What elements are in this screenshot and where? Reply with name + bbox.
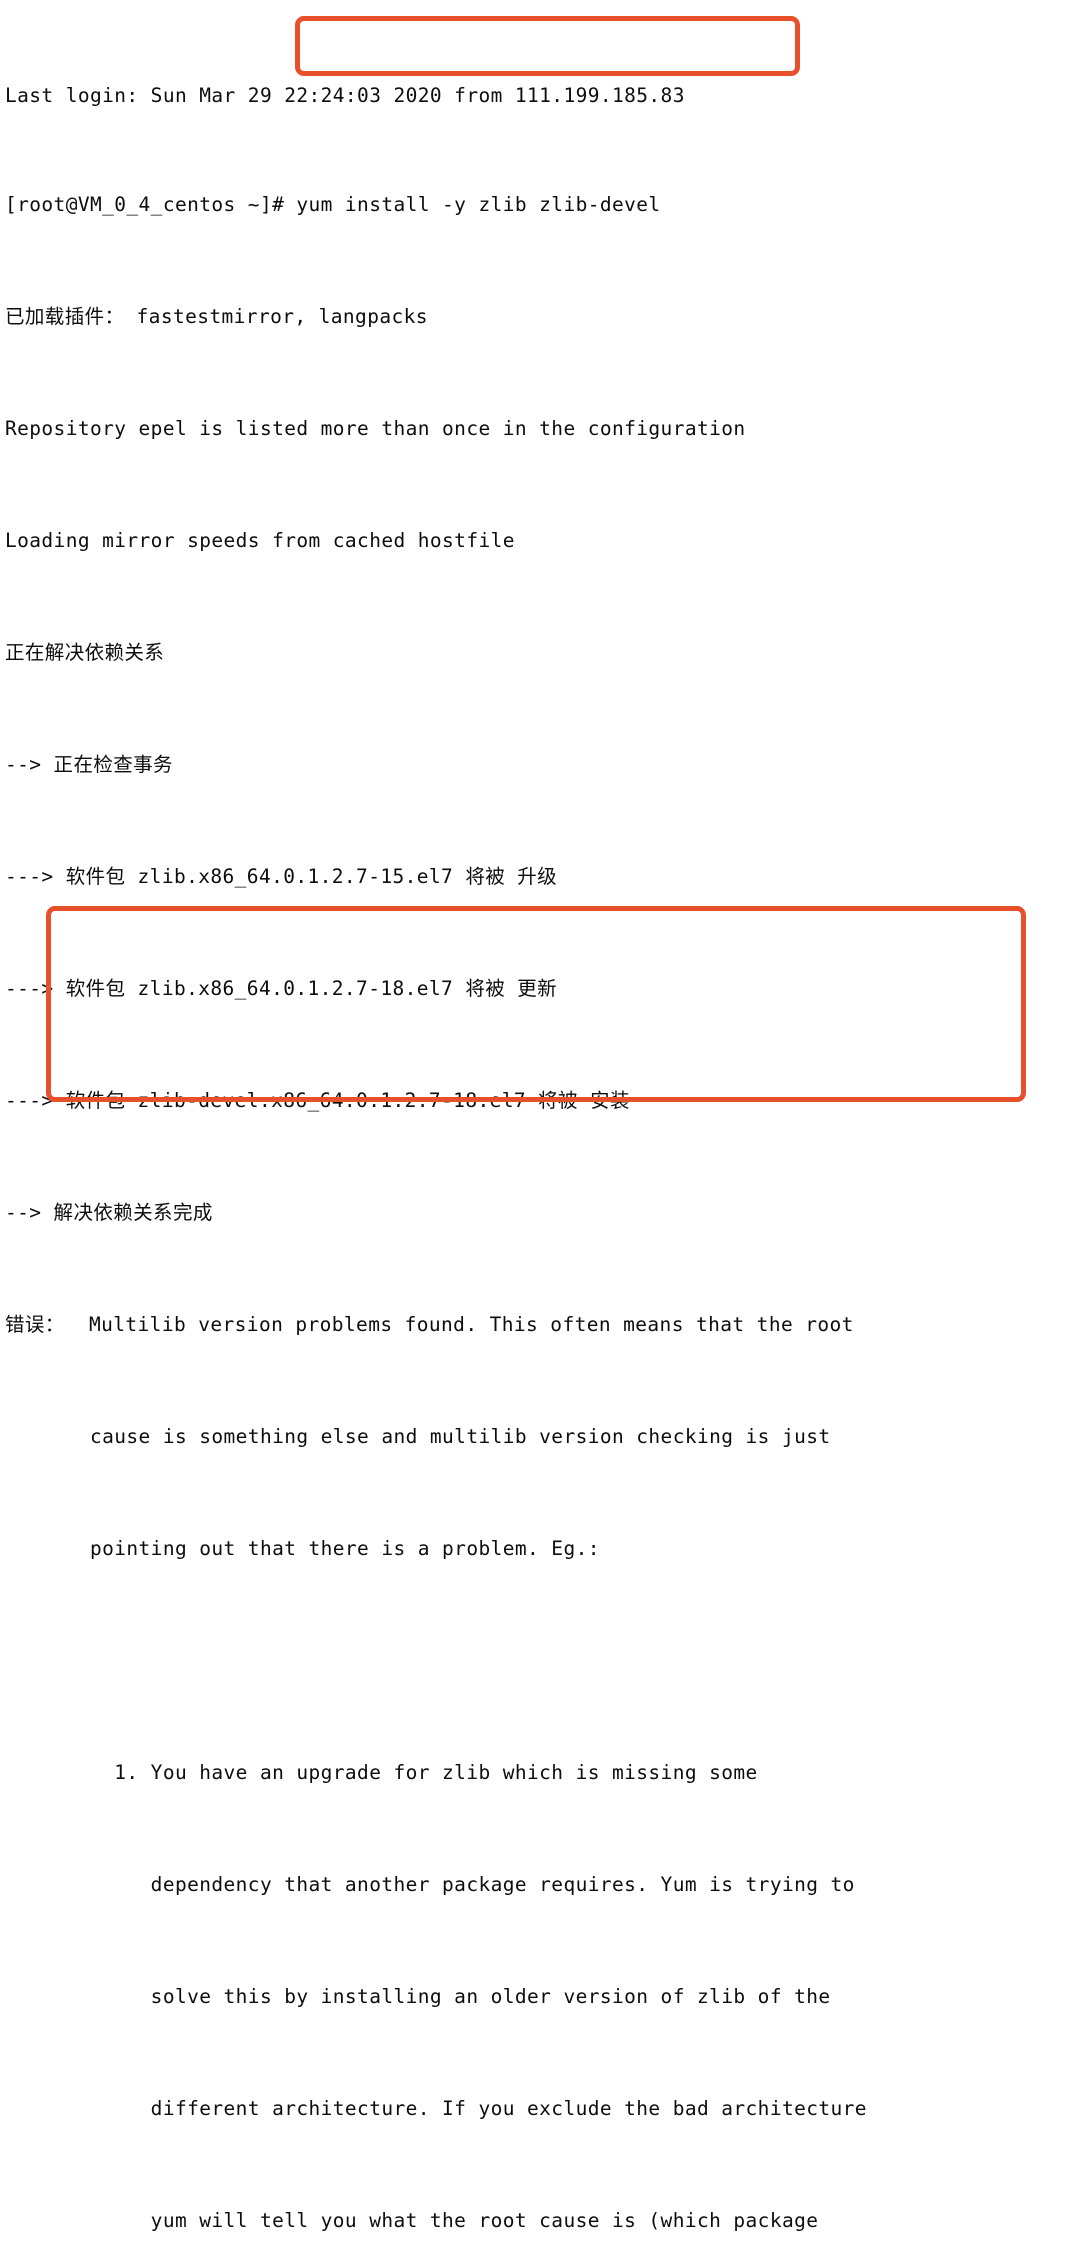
- terminal-line-item1-d: different architecture. If you exclude t…: [5, 2097, 867, 2120]
- terminal-line-item1-c: solve this by installing an older versio…: [5, 1985, 831, 2008]
- terminal-line-package-zlib-devel: ---> 软件包 zlib-devel.x86_64.0.1.2.7-18.el…: [5, 1089, 630, 1112]
- terminal-output[interactable]: Last login: Sun Mar 29 22:24:03 2020 fro…: [0, 0, 1067, 2232]
- terminal-line-deps-resolved: --> 解决依赖关系完成: [5, 1201, 213, 1224]
- terminal-line-last-login: Last login: Sun Mar 29 22:24:03 2020 fro…: [5, 85, 685, 107]
- terminal-line-error-pointing: pointing out that there is a problem. Eg…: [5, 1537, 600, 1560]
- terminal-line-package-zlib-18: ---> 软件包 zlib.x86_64.0.1.2.7-18.el7 将被 更…: [5, 977, 558, 1000]
- terminal-line-package-zlib-15: ---> 软件包 zlib.x86_64.0.1.2.7-15.el7 将被 升…: [5, 865, 558, 888]
- terminal-line-item1-a: 1. You have an upgrade for zlib which is…: [5, 1761, 758, 1784]
- terminal-line-repository-warning: Repository epel is listed more than once…: [5, 417, 746, 440]
- terminal-line-error-heading: 错误： Multilib version problems found. Thi…: [5, 1313, 854, 1336]
- terminal-line-checking-transaction: --> 正在检查事务: [5, 753, 173, 776]
- terminal-line-item1-e: yum will tell you what the root cause is…: [5, 2209, 819, 2232]
- terminal-line-command-prompt: [root@VM_0_4_centos ~]# yum install -y z…: [5, 193, 661, 216]
- terminal-line-resolving-deps: 正在解决依赖关系: [5, 641, 165, 664]
- terminal-line-error-cause: cause is something else and multilib ver…: [5, 1425, 831, 1448]
- terminal-line-loaded-plugins: 已加载插件： fastestmirror, langpacks: [5, 305, 428, 328]
- terminal-line-item1-b: dependency that another package requires…: [5, 1873, 855, 1896]
- terminal-line-loading-mirror: Loading mirror speeds from cached hostfi…: [5, 529, 515, 552]
